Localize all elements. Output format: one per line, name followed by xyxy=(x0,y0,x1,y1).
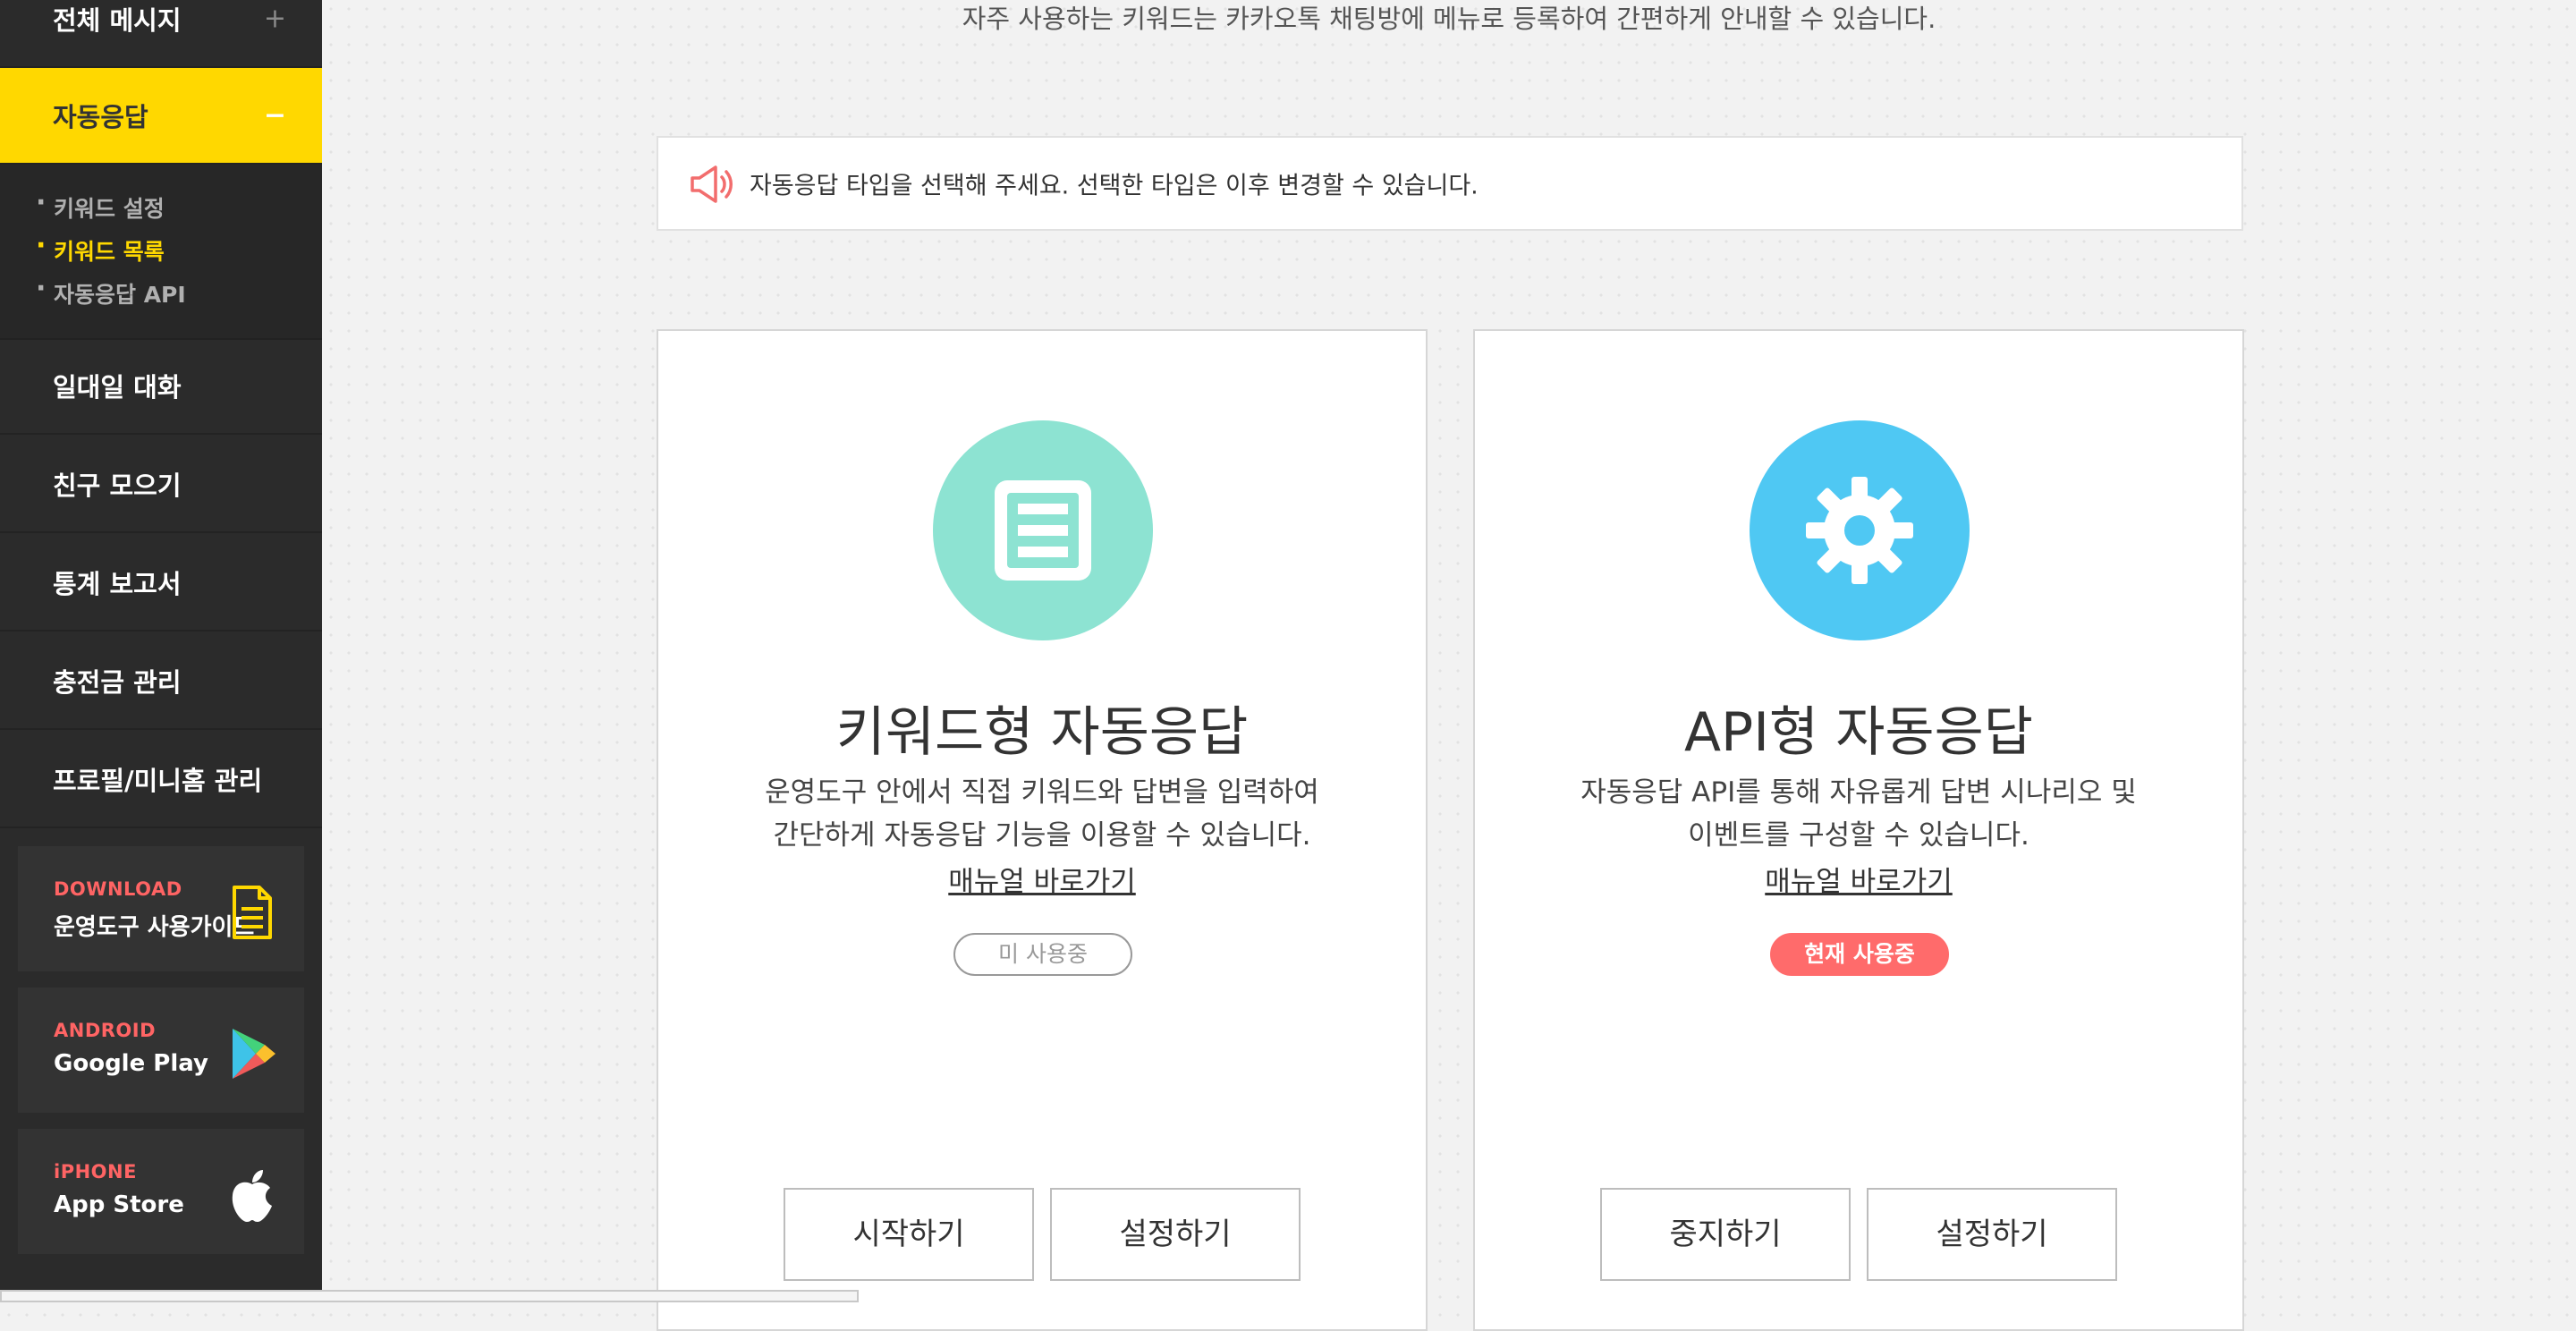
nav-item-label: 전체 메시지 xyxy=(53,5,182,36)
nav-item-label: 프로필/미니홈 관리 xyxy=(53,766,263,796)
nav-item-label: 통계 보고서 xyxy=(53,569,182,599)
document-icon xyxy=(233,886,272,939)
status-badge: 현재 사용중 xyxy=(1770,933,1949,976)
submenu-item-auto-reply-api[interactable]: 자동응답 API xyxy=(36,277,186,309)
promo-google-play[interactable]: ANDROID Google Play xyxy=(18,988,304,1113)
promo-kicker: ANDROID xyxy=(54,1020,157,1041)
api-circle xyxy=(1750,420,1970,640)
nav-item-gather-friends[interactable]: 친구 모으기 xyxy=(0,437,322,533)
notice-banner: 자동응답 타입을 선택해 주세요. 선택한 타입은 이후 변경할 수 있습니다. xyxy=(657,136,2243,231)
nav-item-stats-report[interactable]: 통계 보고서 xyxy=(0,535,322,632)
list-icon xyxy=(995,480,1091,581)
promo-kicker: DOWNLOAD xyxy=(54,878,182,900)
page-description: 자주 사용하는 키워드는 카카오톡 채팅방에 메뉴로 등록하여 간편하게 안내할… xyxy=(962,4,1936,34)
promo-download-guide[interactable]: DOWNLOAD 운영도구 사용가이드 xyxy=(18,846,304,971)
card-description-line: 이벤트를 구성할 수 있습니다. xyxy=(1688,819,2029,852)
notice-text: 자동응답 타입을 선택해 주세요. 선택한 타입은 이후 변경할 수 있습니다. xyxy=(750,172,1479,200)
nav-item-charge-management[interactable]: 충전금 관리 xyxy=(0,633,322,730)
submenu-item-keyword-list[interactable]: 키워드 목록 xyxy=(36,234,165,267)
start-button[interactable]: 시작하기 xyxy=(784,1188,1034,1281)
card-description-line: 간단하게 자동응답 기능을 이용할 수 있습니다. xyxy=(773,819,1311,852)
stop-button[interactable]: 중지하기 xyxy=(1600,1188,1851,1281)
status-badge: 미 사용중 xyxy=(953,933,1132,976)
auto-reply-submenu: 키워드 설정 키워드 목록 자동응답 API xyxy=(0,165,322,340)
card-title: API형 자동응답 xyxy=(1684,701,2033,764)
api-auto-reply-card: API형 자동응답 자동응답 API를 통해 자유롭게 답변 시나리오 및 이벤… xyxy=(1473,329,2244,1331)
card-description-line: 자동응답 API를 통해 자유롭게 답변 시나리오 및 xyxy=(1580,776,2137,809)
keyword-circle xyxy=(933,420,1153,640)
manual-link[interactable]: 매뉴얼 바로가기 xyxy=(948,866,1136,898)
nav-item-profile-management[interactable]: 프로필/미니홈 관리 xyxy=(0,732,322,828)
nav-item-label: 충전금 관리 xyxy=(53,667,182,698)
nav-item-label: 자동응답 xyxy=(53,102,148,132)
nav-item-auto-reply[interactable]: 자동응답 − xyxy=(0,68,322,165)
gear-icon xyxy=(1806,477,1913,584)
submenu-item-keyword-settings[interactable]: 키워드 설정 xyxy=(36,191,165,224)
nav-item-one-on-one[interactable]: 일대일 대화 xyxy=(0,338,322,435)
promo-title: Google Play xyxy=(54,1050,208,1077)
card-title: 키워드형 자동응답 xyxy=(835,701,1249,764)
nav-item-label: 친구 모으기 xyxy=(53,471,182,501)
card-description-line: 운영도구 안에서 직접 키워드와 답변을 입력하여 xyxy=(765,776,1319,809)
promo-title: App Store xyxy=(54,1191,184,1218)
promo-app-store[interactable]: iPHONE App Store xyxy=(18,1129,304,1254)
sidebar: 전체 메시지 + 자동응답 − 키워드 설정 키워드 목록 자동응답 API 일… xyxy=(0,0,322,1301)
card-description: 자동응답 API를 통해 자유롭게 답변 시나리오 및 이벤트를 구성할 수 있… xyxy=(1475,771,2242,857)
nav-item-all-messages[interactable]: 전체 메시지 + xyxy=(0,0,322,68)
megaphone-icon xyxy=(691,165,733,203)
card-description: 운영도구 안에서 직접 키워드와 답변을 입력하여 간단하게 자동응답 기능을 … xyxy=(658,771,1426,857)
expand-icon[interactable]: + xyxy=(264,4,286,35)
apple-icon xyxy=(232,1170,272,1222)
manual-link[interactable]: 매뉴얼 바로가기 xyxy=(1765,866,1953,898)
promo-title: 운영도구 사용가이드 xyxy=(54,914,255,941)
collapse-icon[interactable]: − xyxy=(264,100,286,131)
nav-item-label: 일대일 대화 xyxy=(53,372,182,403)
settings-button[interactable]: 설정하기 xyxy=(1050,1188,1301,1281)
keyword-auto-reply-card: 키워드형 자동응답 운영도구 안에서 직접 키워드와 답변을 입력하여 간단하게… xyxy=(657,329,1428,1331)
promo-kicker: iPHONE xyxy=(54,1161,137,1183)
settings-button[interactable]: 설정하기 xyxy=(1867,1188,2117,1281)
google-play-icon xyxy=(233,1029,275,1079)
